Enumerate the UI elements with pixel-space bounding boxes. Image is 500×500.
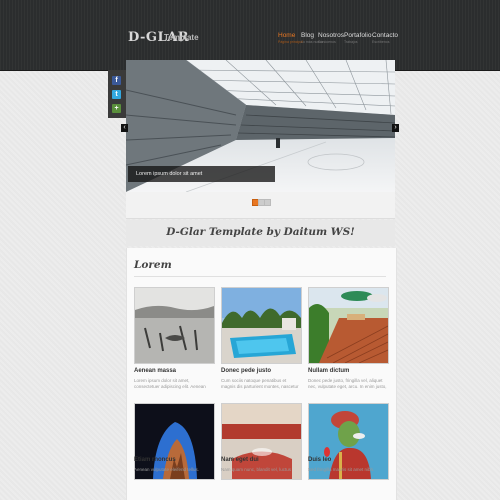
nav-sublabel: Página principal	[278, 40, 303, 44]
card-description: Donec pede justo, fringilla vel, aliquet…	[308, 378, 387, 389]
card-title[interactable]: Etiam rhoncus	[134, 457, 176, 463]
nav-sublabel: Escríbenos	[372, 40, 390, 44]
card-image[interactable]	[221, 287, 302, 364]
pager-dot[interactable]	[264, 199, 271, 206]
card-image[interactable]	[308, 287, 389, 364]
card-title[interactable]: Nam eget dui	[221, 457, 259, 463]
logo-subtitle: Template	[164, 33, 199, 42]
card-description: Cum sociis natoque penatibus et magnis d…	[221, 378, 299, 389]
tagline-text: D-Glar Template by Daitum WS!	[166, 226, 355, 238]
nav-label: Portafolio	[344, 32, 372, 39]
slider-caption: Lorem ipsum dolor sit amet	[128, 166, 275, 182]
tagline-banner: D-Glar Template by Daitum WS!	[126, 220, 395, 246]
nav-label: Home	[278, 32, 296, 39]
nav-label: Nosotros	[318, 32, 345, 39]
card-description: Lorem ipsum dolor sit amet, consectetuer…	[134, 378, 206, 389]
card-title[interactable]: Donec pede justo	[221, 368, 271, 374]
nav-item-nosotros[interactable]: Nosotros Conócenos	[318, 32, 344, 44]
facebook-icon[interactable]: f	[112, 76, 121, 85]
card-title[interactable]: Aenean massa	[134, 368, 176, 374]
section-divider	[134, 276, 386, 277]
plus-icon[interactable]: +	[112, 104, 121, 113]
slider-next-button[interactable]: ›	[392, 124, 399, 132]
card-title[interactable]: Nullam dictum	[308, 368, 349, 374]
card-title[interactable]: Duis leo	[308, 457, 331, 463]
caption-text: Lorem ipsum dolor sit amet	[136, 171, 203, 177]
nav-item-portafolio[interactable]: Portafolio Trabajos	[344, 32, 371, 44]
nav-label: Blog	[301, 32, 315, 39]
social-bar: f t +	[108, 70, 126, 118]
card-image[interactable]	[134, 287, 215, 364]
twitter-icon[interactable]: t	[112, 90, 121, 99]
nav-sublabel: Conócenos	[318, 40, 336, 44]
section-title: Lorem	[134, 259, 172, 271]
nav-item-home[interactable]: Home Página principal	[278, 32, 303, 44]
nav-sublabel: Trabajos	[344, 40, 358, 44]
nav-label: Contacto	[372, 32, 399, 39]
slider-prev-button[interactable]: ‹	[121, 124, 128, 132]
card-description: Nam quam nunc, blandit vel, luctus pulvi…	[221, 467, 292, 472]
card-description: Aenean vulputate eleifend tellus. Aenean…	[134, 467, 200, 472]
nav-item-contacto[interactable]: Contacto Escríbenos	[372, 32, 398, 44]
card-description: Sed fringilla mauris sit amet nibh. Done…	[308, 467, 375, 472]
